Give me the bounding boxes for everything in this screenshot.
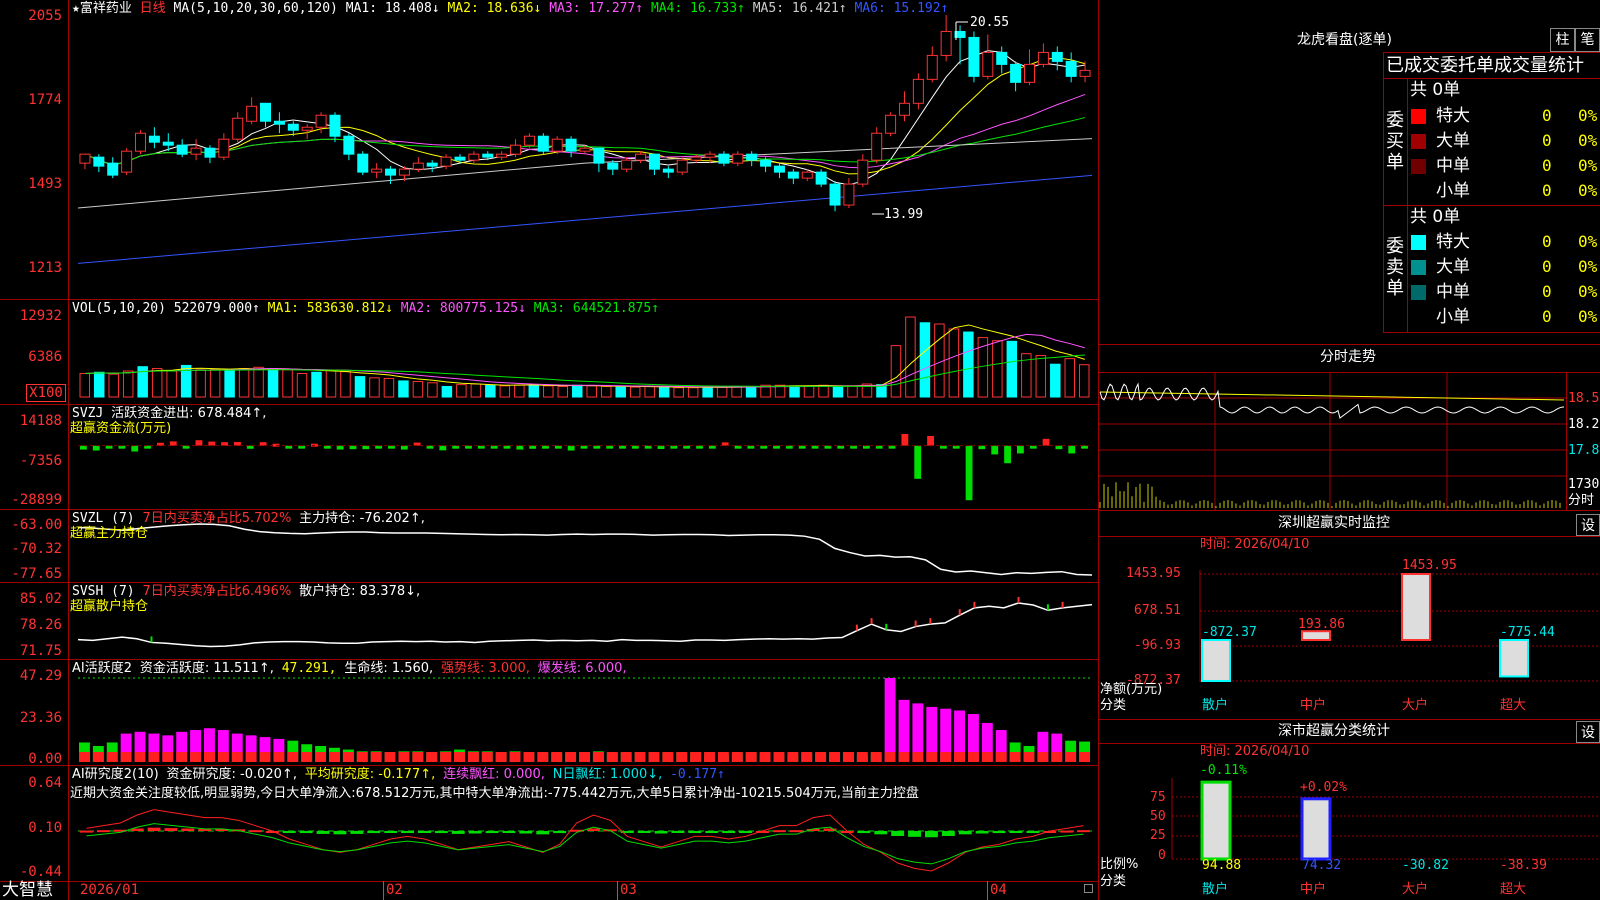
sc-top-0: -0.11% (1200, 763, 1247, 778)
sc-stats-chart[interactable] (0, 0, 1600, 900)
sc-top-1: +0.02% (1300, 780, 1347, 795)
sc-bar (1300, 797, 1332, 861)
sc-cat-0: 散户 (1202, 882, 1229, 897)
sc-cat-2: 大户 (1402, 882, 1429, 897)
sc-bar (1200, 780, 1232, 861)
sc-ytick-2: 25 (1150, 828, 1166, 843)
sc-ytick-3: 0 (1158, 848, 1166, 863)
sc-bottom-3: -38.39 (1500, 858, 1547, 873)
sc-ytick-0: 75 (1150, 790, 1166, 805)
sc-bottom-0: 94.88 (1202, 858, 1242, 873)
sc-ylabel: 比例% (1100, 857, 1139, 872)
sc-cat-1: 中户 (1300, 882, 1327, 897)
sc-cat-3: 超大 (1500, 882, 1527, 897)
sc-ytick-1: 50 (1150, 809, 1166, 824)
sc-bottom-1: 74.32 (1302, 858, 1342, 873)
sc-bottom-2: -30.82 (1402, 858, 1449, 873)
sc-xlabel: 分类 (1100, 874, 1127, 889)
